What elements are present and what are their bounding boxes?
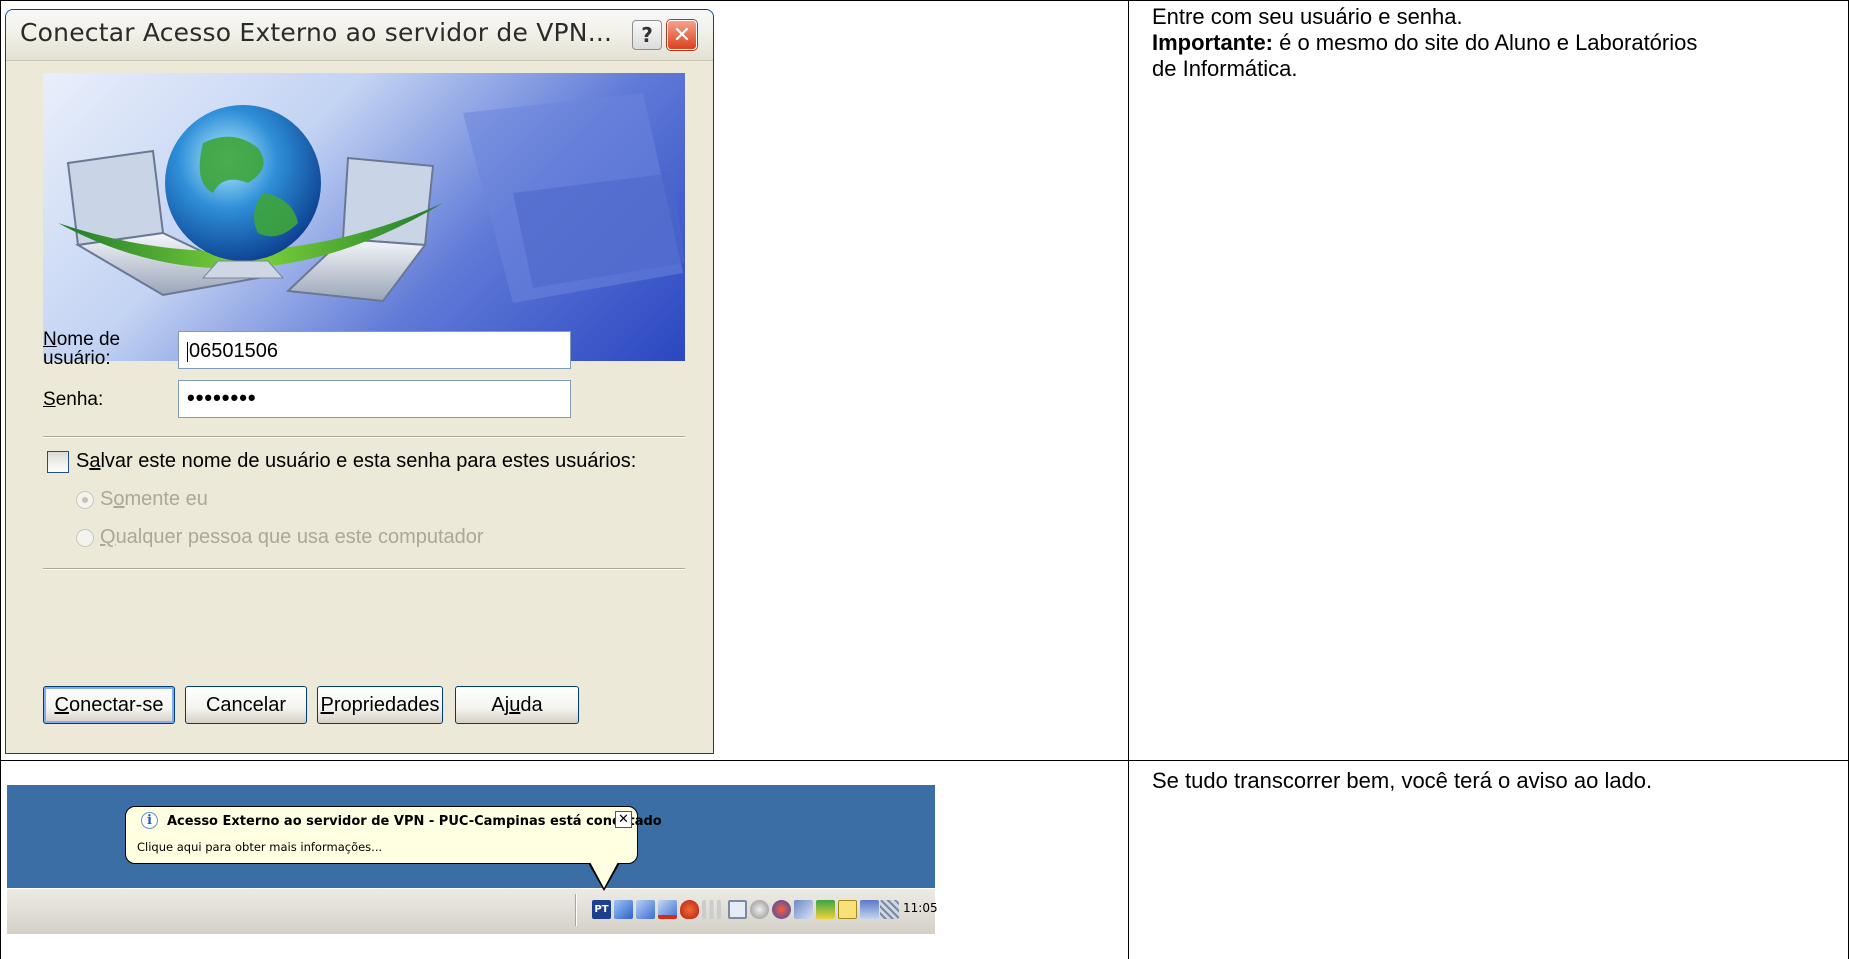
password-label: Senha:	[43, 390, 103, 409]
monitor-icon[interactable]	[728, 900, 747, 919]
info-icon: i	[141, 812, 158, 829]
balloon-tail	[590, 862, 618, 888]
help-label-pre: Aj	[491, 693, 510, 716]
network-connection-icon[interactable]	[614, 900, 633, 919]
separator	[43, 568, 685, 570]
text-caret	[187, 341, 188, 362]
table-border-top	[0, 0, 1849, 1]
separator	[43, 436, 685, 438]
connect-label: onectar-se	[68, 693, 164, 716]
save-credentials-label[interactable]: Salvar este nome de usuário e esta senha…	[76, 450, 636, 473]
radio-only-me-pre: S	[100, 488, 114, 510]
important-note-cont: de Informática.	[1152, 56, 1298, 81]
display-icon[interactable]	[860, 900, 879, 919]
network-icon[interactable]	[636, 900, 655, 919]
connect-button[interactable]: Conectar-se	[43, 686, 175, 724]
help-button[interactable]: ?	[632, 20, 662, 50]
taskbar-clock[interactable]: 11:05	[903, 901, 938, 915]
username-label-line2: usuário:	[43, 348, 111, 369]
tray-separator	[575, 894, 577, 926]
globe-laptops-icon	[58, 93, 685, 303]
notification-close-button[interactable]: ✕	[615, 811, 632, 828]
password-field[interactable]: ••••••••	[178, 380, 571, 418]
help-label-rest: da	[520, 693, 543, 716]
important-text: é o mesmo do site do Aluno e Laboratório…	[1273, 30, 1698, 55]
grid-icon[interactable]	[880, 900, 899, 919]
step2-text: Se tudo transcorrer bem, você terá o avi…	[1152, 768, 1653, 793]
important-label: Importante:	[1152, 30, 1273, 55]
close-button[interactable]: ✕	[667, 20, 697, 50]
radio-anyone-rest: ualquer pessoa que usa este computador	[115, 526, 484, 548]
username-value: 06501506	[189, 340, 278, 362]
table-border-middle	[0, 760, 1849, 761]
properties-label: ropriedades	[333, 693, 440, 716]
table-column-divider	[1128, 0, 1129, 959]
radio-only-me-label[interactable]: Somente eu	[100, 488, 208, 511]
save-label-pre: S	[76, 450, 90, 472]
notification-title: Acesso Externo ao servidor de VPN - PUC-…	[167, 814, 662, 829]
save-label-access-key: a	[89, 450, 101, 472]
instruction-text: Entre com seu usuário e senha. Important…	[1152, 4, 1832, 82]
password-label-access-key: S	[43, 389, 56, 410]
chart-icon[interactable]	[816, 900, 835, 919]
password-label-text: enha:	[55, 389, 104, 410]
dialog-titlebar[interactable]: Conectar Acesso Externo ao servidor de V…	[6, 10, 713, 61]
cancel-button[interactable]: Cancelar	[185, 686, 307, 724]
notification-text[interactable]: Clique aqui para obter mais informações.…	[137, 840, 382, 854]
antivirus-icon[interactable]	[772, 900, 791, 919]
username-label: Nome de usuário:	[43, 330, 120, 368]
username-label-line1: ome de	[56, 329, 121, 350]
radio-anyone-label[interactable]: Qualquer pessoa que usa este computador	[100, 526, 484, 549]
radio-only-me-rest: mente eu	[124, 488, 208, 510]
radio-only-me[interactable]	[76, 491, 94, 509]
radio-only-me-access-key: o	[113, 488, 125, 510]
phone-icon[interactable]	[794, 900, 813, 919]
username-field[interactable]: 06501506	[178, 331, 571, 369]
table-border-left	[0, 0, 1, 959]
properties-button[interactable]: Propriedades	[317, 686, 443, 724]
network-disconnected-icon[interactable]	[658, 900, 677, 919]
pt-language-icon[interactable]: PT	[592, 900, 611, 919]
vpn-banner-image	[43, 73, 685, 361]
settings-icon[interactable]	[750, 900, 769, 919]
help-dialog-button[interactable]: Aj u da	[455, 686, 579, 724]
help-access-key: u	[509, 693, 521, 716]
counter-icon[interactable]	[838, 900, 857, 919]
signal-icon[interactable]	[702, 900, 721, 919]
important-note: Importante: é o mesmo do site do Aluno e…	[1152, 30, 1832, 56]
radio-anyone-access-key: Q	[100, 526, 116, 548]
username-label-access-key: N	[43, 329, 57, 350]
save-label-rest: lvar este nome de usuário e esta senha p…	[100, 450, 637, 472]
dialog-title: Conectar Acesso Externo ao servidor de V…	[20, 18, 613, 47]
properties-access-key: P	[320, 693, 334, 716]
save-credentials-checkbox[interactable]	[47, 451, 69, 473]
instruction-line1: Entre com seu usuário e senha.	[1152, 4, 1463, 29]
connect-access-key: C	[54, 693, 69, 716]
shield-icon[interactable]	[680, 900, 699, 919]
radio-anyone[interactable]	[76, 529, 94, 547]
